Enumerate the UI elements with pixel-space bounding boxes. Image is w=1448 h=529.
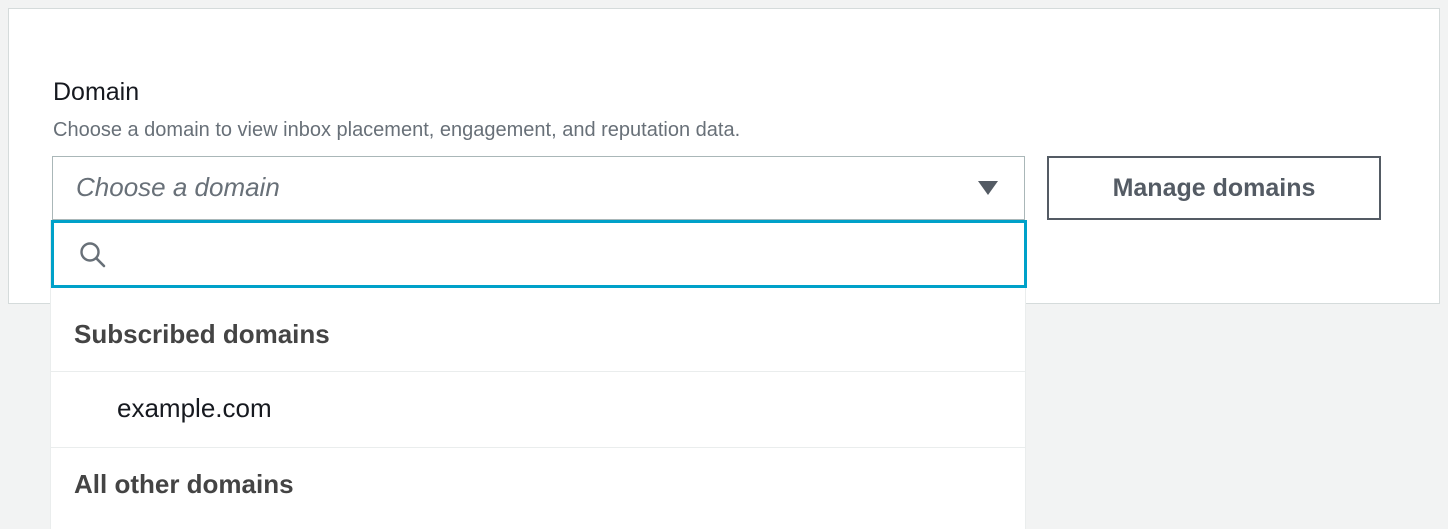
- domain-option-example-com[interactable]: example.com: [51, 372, 1025, 448]
- domain-select-placeholder: Choose a domain: [76, 172, 280, 202]
- caret-down-icon: [978, 181, 998, 195]
- domain-label: Domain: [53, 78, 140, 106]
- domain-search-box[interactable]: [51, 220, 1027, 288]
- group-header-subscribed-domains: Subscribed domains: [51, 296, 1025, 372]
- search-icon: [80, 242, 106, 268]
- domain-description: Choose a domain to view inbox placement,…: [53, 119, 741, 141]
- domain-select[interactable]: Choose a domain: [52, 156, 1025, 220]
- domain-dropdown-menu: Subscribed domains example.com All other…: [50, 220, 1027, 529]
- manage-domains-button[interactable]: Manage domains: [1047, 156, 1381, 220]
- group-header-all-other-domains: All other domains: [74, 469, 294, 499]
- domain-search-input[interactable]: [122, 231, 1002, 277]
